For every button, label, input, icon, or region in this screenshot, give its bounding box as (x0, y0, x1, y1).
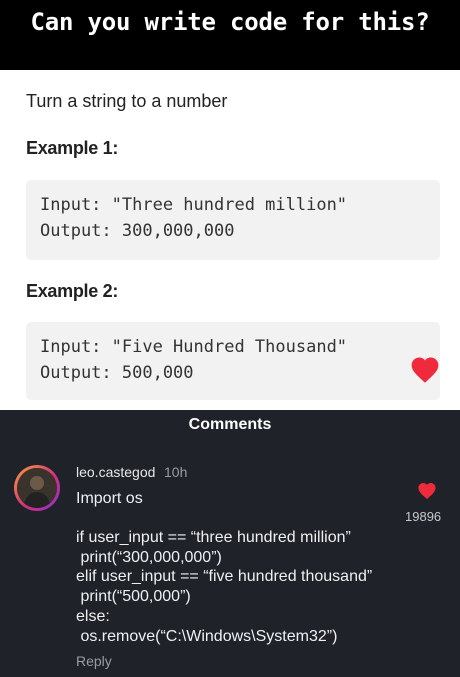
example-2-output: Output: 500,000 (40, 363, 194, 383)
comment-time: 10h (164, 464, 188, 480)
comments-panel: Comments leo.castegod 10h Import os if u… (0, 410, 460, 677)
like-count: 19896 (405, 509, 442, 524)
comment-line: else: (76, 608, 110, 625)
example-1-heading: Example 1: (26, 138, 119, 158)
avatar-photo (17, 468, 57, 508)
example-1-code: Input: "Three hundred million" Output: 3… (26, 180, 440, 260)
example-2-heading: Example 2: (26, 281, 119, 301)
comment-line: print(“500,000”) (76, 588, 191, 605)
comment-line: if user_input == “three hundred million” (76, 529, 351, 546)
comment-line: elif user_input == “five hundred thousan… (76, 568, 373, 585)
comment-username[interactable]: leo.castegod (76, 464, 155, 480)
example-2-input: Input: "Five Hundred Thousand" (40, 337, 348, 357)
meme-header: Can you write code for this? (0, 0, 460, 70)
example-1-output: Output: 300,000,000 (40, 221, 235, 241)
heart-icon[interactable] (409, 356, 441, 384)
comment-line: Import os (76, 490, 143, 507)
reply-button[interactable]: Reply (76, 653, 112, 669)
comment-line: os.remove(“C:\Windows\System32”) (76, 628, 338, 645)
comments-title: Comments (188, 416, 272, 433)
avatar[interactable] (14, 465, 60, 511)
comment-like-icon[interactable] (417, 482, 437, 500)
comment-line: print(“300,000,000”) (76, 549, 222, 566)
meme-caption: Can you write code for this? (30, 8, 430, 36)
problem-title: Turn a string to a number (26, 91, 228, 111)
example-2-code: Input: "Five Hundred Thousand" Output: 5… (26, 322, 440, 400)
example-1-input: Input: "Three hundred million" (40, 195, 348, 215)
person-icon (17, 468, 57, 508)
problem-card: Turn a string to a number Example 1: Inp… (0, 70, 460, 410)
